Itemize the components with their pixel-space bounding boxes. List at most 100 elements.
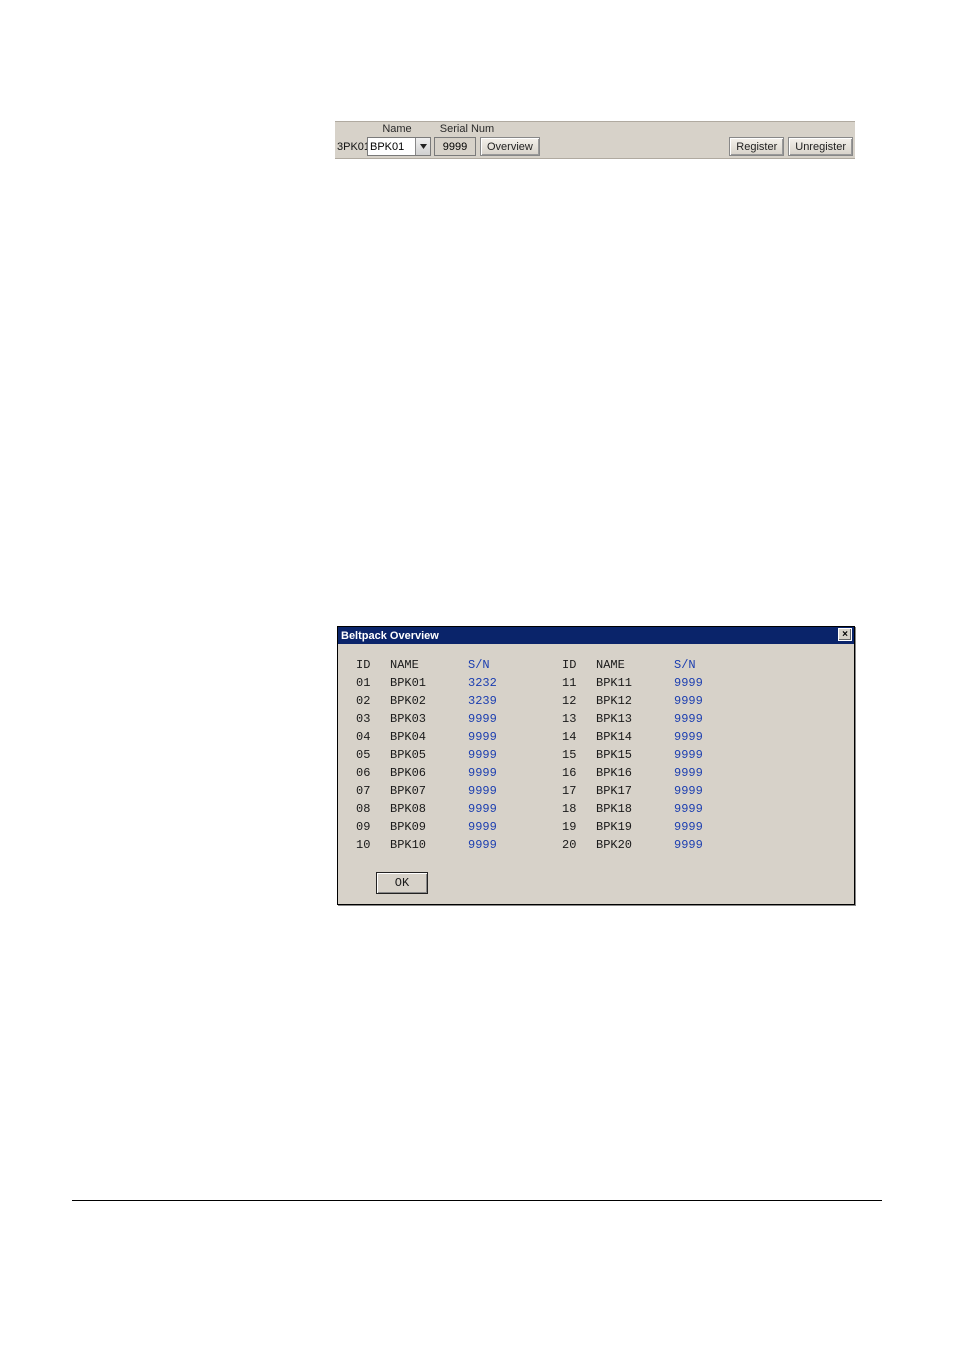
table-row: 10BPK109999 <box>356 836 518 854</box>
row-sn: 9999 <box>674 712 724 726</box>
row-name: BPK14 <box>596 730 674 744</box>
row-sn: 9999 <box>468 802 518 816</box>
header-sn: S/N <box>468 658 518 672</box>
row-id: 05 <box>356 748 390 762</box>
column-header: ID NAME S/N <box>356 656 518 674</box>
row-name: BPK05 <box>390 748 468 762</box>
row-sn: 9999 <box>468 766 518 780</box>
row-name: BPK20 <box>596 838 674 852</box>
ok-button[interactable]: OK <box>376 872 428 894</box>
table-row: 09BPK099999 <box>356 818 518 836</box>
table-row: 04BPK049999 <box>356 728 518 746</box>
overview-button-label: Overview <box>487 141 533 153</box>
row-sn: 3232 <box>468 676 518 690</box>
beltpack-overview-dialog: Beltpack Overview × ID NAME S/N 01BPK013… <box>337 626 855 905</box>
serial-num-field[interactable]: 9999 <box>434 137 476 156</box>
unregister-button-label: Unregister <box>795 141 846 153</box>
table-row: 07BPK079999 <box>356 782 518 800</box>
row-id: 12 <box>562 694 596 708</box>
header-name: NAME <box>390 658 468 672</box>
row-name: BPK15 <box>596 748 674 762</box>
row-id: 11 <box>562 676 596 690</box>
table-row: 17BPK179999 <box>562 782 724 800</box>
beltpack-id-cell: 3PK01 <box>335 138 367 156</box>
row-name: BPK10 <box>390 838 468 852</box>
close-icon: × <box>842 629 848 640</box>
row-name: BPK11 <box>596 676 674 690</box>
overview-button[interactable]: Overview <box>480 137 540 156</box>
row-id: 06 <box>356 766 390 780</box>
row-sn: 9999 <box>468 784 518 798</box>
register-button[interactable]: Register <box>729 137 784 156</box>
row-id: 04 <box>356 730 390 744</box>
close-button[interactable]: × <box>838 628 852 641</box>
row-id: 14 <box>562 730 596 744</box>
id-header-blank <box>335 123 365 135</box>
row-sn: 9999 <box>674 748 724 762</box>
header-sn: S/N <box>674 658 724 672</box>
row-name: BPK04 <box>390 730 468 744</box>
row-sn: 9999 <box>674 766 724 780</box>
row-name: BPK03 <box>390 712 468 726</box>
row-sn: 9999 <box>674 820 724 834</box>
row-id: 09 <box>356 820 390 834</box>
row-id: 10 <box>356 838 390 852</box>
row-id: 08 <box>356 802 390 816</box>
row-name: BPK02 <box>390 694 468 708</box>
row-name: BPK16 <box>596 766 674 780</box>
name-combobox[interactable]: BPK01 <box>367 137 431 156</box>
table-row: 15BPK159999 <box>562 746 724 764</box>
table-row: 13BPK139999 <box>562 710 724 728</box>
dialog-body: ID NAME S/N 01BPK013232 02BPK023239 03BP… <box>338 644 854 904</box>
row-id: 07 <box>356 784 390 798</box>
table-row: 12BPK129999 <box>562 692 724 710</box>
chevron-down-icon[interactable] <box>415 138 430 155</box>
row-name: BPK13 <box>596 712 674 726</box>
row-id: 16 <box>562 766 596 780</box>
row-sn: 9999 <box>468 838 518 852</box>
row-id: 03 <box>356 712 390 726</box>
column-header: ID NAME S/N <box>562 656 724 674</box>
table-row: 20BPK209999 <box>562 836 724 854</box>
row-name: BPK01 <box>390 676 468 690</box>
row-name: BPK18 <box>596 802 674 816</box>
table-row: 14BPK149999 <box>562 728 724 746</box>
row-sn: 9999 <box>468 712 518 726</box>
row-id: 01 <box>356 676 390 690</box>
row-name: BPK08 <box>390 802 468 816</box>
name-combobox-value: BPK01 <box>370 141 404 153</box>
row-id: 15 <box>562 748 596 762</box>
table-row: 19BPK199999 <box>562 818 724 836</box>
row-name: BPK19 <box>596 820 674 834</box>
row-sn: 9999 <box>468 820 518 834</box>
row-id: 18 <box>562 802 596 816</box>
row-sn: 3239 <box>468 694 518 708</box>
overview-columns: ID NAME S/N 01BPK013232 02BPK023239 03BP… <box>356 656 848 854</box>
header-id: ID <box>562 658 596 672</box>
ok-button-label: OK <box>395 876 409 890</box>
row-id: 20 <box>562 838 596 852</box>
table-row: 01BPK013232 <box>356 674 518 692</box>
row-sn: 9999 <box>674 694 724 708</box>
page-divider <box>72 1200 882 1201</box>
serial-num-value: 9999 <box>443 141 467 153</box>
register-button-label: Register <box>736 141 777 153</box>
row-id: 19 <box>562 820 596 834</box>
dialog-title: Beltpack Overview <box>341 630 439 642</box>
serial-num-header: Serial Num <box>435 123 499 135</box>
unregister-button[interactable]: Unregister <box>788 137 853 156</box>
row-id: 02 <box>356 694 390 708</box>
row-sn: 9999 <box>468 730 518 744</box>
table-row: 02BPK023239 <box>356 692 518 710</box>
toolbar-row: 3PK01 BPK01 9999 Overview Register Unreg… <box>335 137 855 156</box>
table-row: 03BPK039999 <box>356 710 518 728</box>
overview-left-column: ID NAME S/N 01BPK013232 02BPK023239 03BP… <box>356 656 518 854</box>
overview-right-column: ID NAME S/N 11BPK119999 12BPK129999 13BP… <box>562 656 724 854</box>
table-row: 06BPK069999 <box>356 764 518 782</box>
row-id: 13 <box>562 712 596 726</box>
row-sn: 9999 <box>674 784 724 798</box>
table-row: 05BPK059999 <box>356 746 518 764</box>
dialog-titlebar: Beltpack Overview × <box>338 627 854 644</box>
row-name: BPK12 <box>596 694 674 708</box>
header-id: ID <box>356 658 390 672</box>
